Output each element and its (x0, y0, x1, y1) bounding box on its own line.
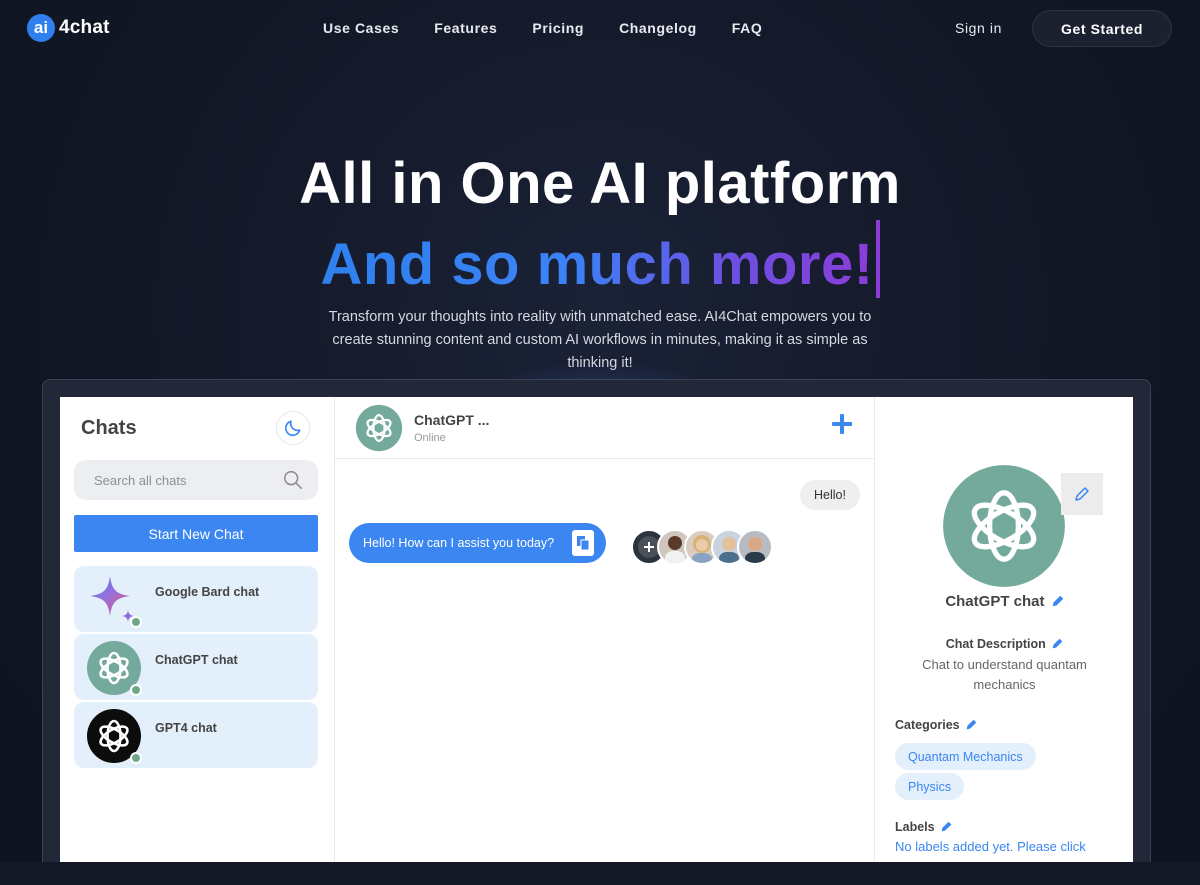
nav-link-changelog[interactable]: Changelog (619, 20, 697, 36)
chat-header: ChatGPT ... Online (335, 397, 874, 459)
pencil-icon (1075, 487, 1089, 501)
chat-item-name: GPT4 chat (155, 721, 217, 735)
search-placeholder: Search all chats (94, 473, 187, 488)
app-preview: Chats Search all chats Start New Chat Go… (60, 397, 1133, 867)
nav-link-faq[interactable]: FAQ (732, 20, 763, 36)
top-nav: ai 4chat Use Cases Features Pricing Chan… (0, 0, 1200, 58)
add-icon[interactable] (829, 411, 855, 437)
categories-title: Categories (895, 718, 977, 732)
details-name: ChatGPT chat (875, 593, 1133, 610)
hero-subtitle-text: And so much more! (320, 232, 874, 297)
nav-link-features[interactable]: Features (434, 20, 497, 36)
hero-subtitle: And so much more! (0, 220, 1200, 298)
online-indicator (130, 616, 142, 628)
chat-item-name: Google Bard chat (155, 585, 260, 599)
pencil-icon[interactable] (1052, 638, 1063, 649)
logo[interactable]: ai 4chat (27, 14, 110, 42)
search-input[interactable]: Search all chats (74, 460, 318, 500)
avatar (86, 572, 142, 628)
logo-text: 4chat (59, 17, 110, 38)
labels-title: Labels (895, 820, 952, 834)
pencil-icon[interactable] (966, 719, 977, 730)
person-icon (745, 537, 765, 563)
typing-cursor (875, 220, 880, 298)
pencil-icon[interactable] (941, 821, 952, 832)
copy-button[interactable] (572, 530, 594, 556)
bottom-bar (0, 862, 1200, 885)
edit-avatar-button[interactable] (1061, 473, 1103, 515)
description-text: Chat to understand quantam mechanics (922, 657, 1087, 692)
category-pill[interactable]: Physics (895, 773, 965, 800)
chat-panel: ChatGPT ... Online Hello! Hello! How can… (335, 397, 874, 867)
hero-title: All in One AI platform (299, 151, 901, 216)
description-title-text: Chat Description (945, 637, 1046, 651)
copy-icon (577, 536, 590, 551)
nav-link-use-cases[interactable]: Use Cases (323, 20, 399, 36)
avatar (86, 708, 142, 764)
description-title: Chat Description (875, 637, 1133, 651)
person-avatar (737, 529, 773, 565)
labels-empty-text[interactable]: No labels added yet. Please click (895, 839, 1086, 854)
get-started-button[interactable]: Get Started (1032, 10, 1172, 47)
online-indicator (130, 684, 142, 696)
user-message: Hello! (800, 480, 860, 510)
openai-logo-icon (943, 465, 1065, 587)
sign-in-link[interactable]: Sign in (955, 20, 1002, 36)
start-new-chat-button[interactable]: Start New Chat (74, 515, 318, 552)
search-icon (284, 471, 302, 489)
avatar (86, 640, 142, 696)
nav-links: Use Cases Features Pricing Changelog FAQ (323, 20, 762, 36)
pencil-icon[interactable] (1052, 595, 1064, 607)
openai-logo-icon (355, 404, 403, 452)
category-pill[interactable]: Quantam Mechanics (895, 743, 1036, 770)
theme-toggle-button[interactable] (276, 411, 310, 445)
chats-sidebar: Chats Search all chats Start New Chat Go… (60, 397, 335, 867)
moon-icon (284, 420, 301, 437)
chat-details-panel: ChatGPT chat Chat Description Chat to un… (874, 397, 1133, 867)
nav-link-pricing[interactable]: Pricing (532, 20, 584, 36)
sidebar-title: Chats (81, 417, 137, 439)
sidebar-item-gpt4[interactable]: GPT4 chat (74, 702, 318, 768)
online-indicator (130, 752, 142, 764)
sidebar-item-chatgpt[interactable]: ChatGPT chat (74, 634, 318, 700)
chat-header-status: Online (414, 432, 446, 444)
logo-badge: ai (27, 14, 55, 42)
bot-message-text: Hello! How can I assist you today? (363, 536, 555, 550)
labels-title-text: Labels (895, 820, 935, 834)
categories-title-text: Categories (895, 718, 960, 732)
chat-item-name: ChatGPT chat (155, 653, 238, 667)
sidebar-item-google-bard[interactable]: Google Bard chat (74, 566, 318, 632)
bot-message: Hello! How can I assist you today? (349, 523, 606, 563)
details-name-text: ChatGPT chat (945, 593, 1045, 610)
chat-header-name: ChatGPT ... (414, 412, 490, 428)
